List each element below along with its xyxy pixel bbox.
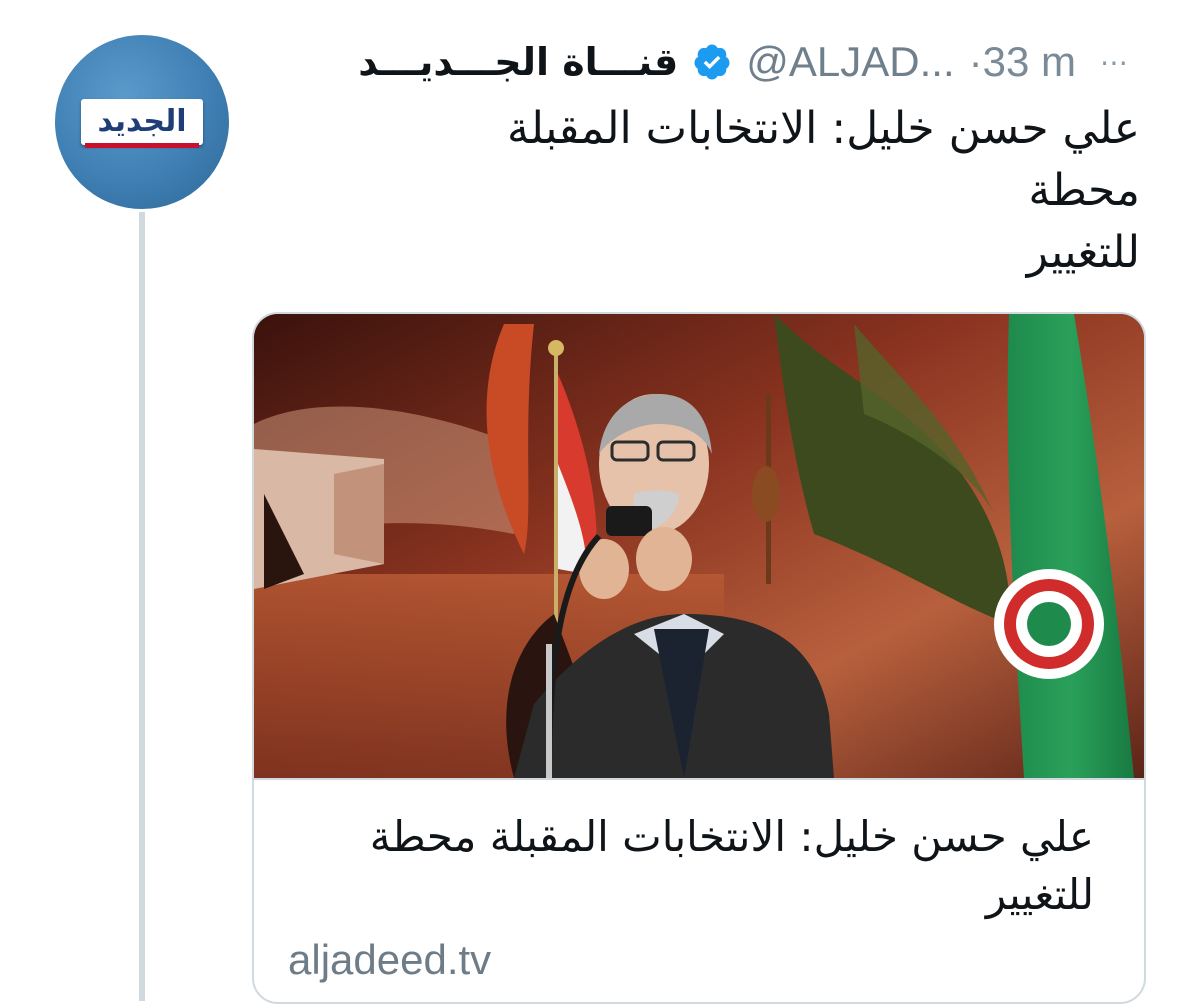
card-image — [254, 314, 1144, 780]
card-title[interactable]: علي حسن خليل: الانتخابات المقبلة محطة لل… — [274, 808, 1094, 924]
card-domain[interactable]: aljadeed.tv — [288, 936, 491, 984]
card-title-line: علي حسن خليل: الانتخابات المقبلة محطة — [369, 812, 1094, 861]
avatar[interactable]: الجديد — [55, 35, 229, 209]
tweet-header: قنـــاة الجـــديـــد @ALJAD... ·33 m ⋯ — [250, 32, 1130, 92]
card-photo — [254, 314, 1144, 779]
tweet-text-line: علي حسن خليل: الانتخابات المقبلة محطة — [506, 103, 1140, 216]
thread-line — [139, 212, 145, 1001]
channel-logo-stripe — [85, 143, 199, 148]
more-options-icon[interactable]: ⋯ — [1100, 46, 1130, 79]
channel-logo: الجديد — [81, 99, 203, 145]
tweet-text-line: للتغيير — [1026, 227, 1140, 278]
link-preview-card[interactable]: علي حسن خليل: الانتخابات المقبلة محطة لل… — [252, 312, 1146, 1004]
card-title-line: للتغيير — [985, 870, 1094, 919]
tweet-text: علي حسن خليل: الانتخابات المقبلة محطة لل… — [440, 98, 1140, 284]
author-handle[interactable]: @ALJAD... — [746, 38, 954, 86]
tweet-timestamp[interactable]: ·33 m — [969, 38, 1076, 86]
verified-badge-icon — [694, 44, 730, 80]
display-name[interactable]: قنـــاة الجـــديـــد — [358, 40, 678, 84]
channel-logo-text: الجديد — [97, 104, 187, 139]
